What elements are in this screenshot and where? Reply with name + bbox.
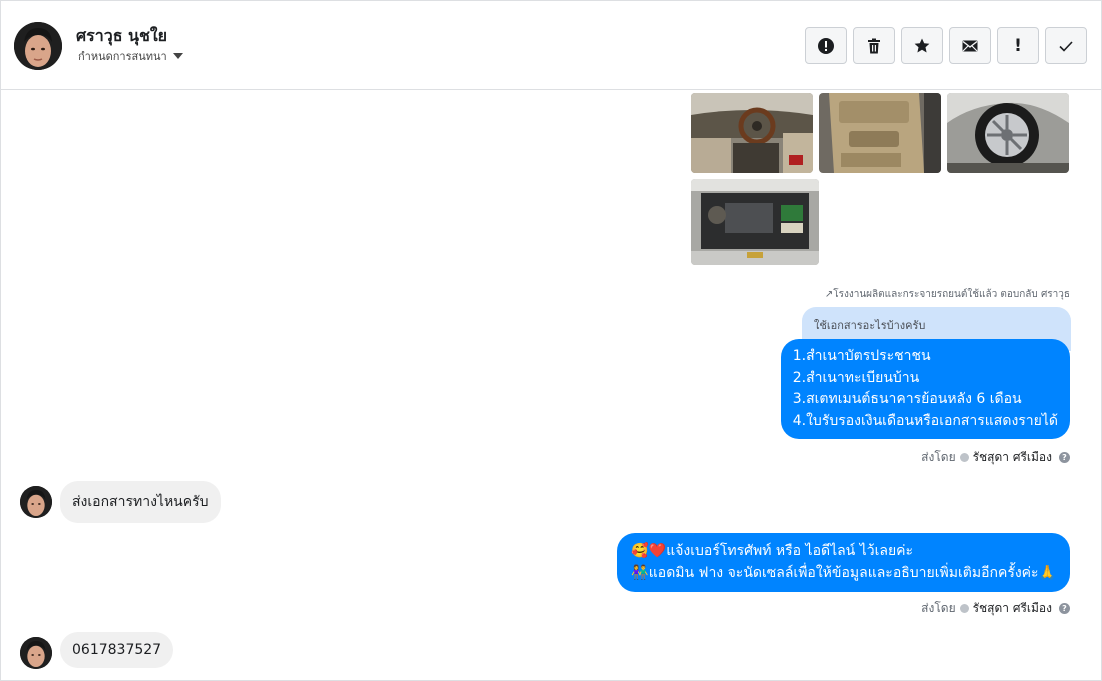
message-line: 3.สเตทเมนต์ธนาคารย้อนหลัง 6 เดือน bbox=[792, 391, 1022, 407]
agent-status-icon bbox=[959, 453, 969, 462]
agent-status-icon bbox=[959, 604, 969, 613]
alert-circle-icon bbox=[818, 37, 834, 54]
car-wheel-photo[interactable] bbox=[947, 93, 1069, 173]
message-line: 1.สำเนาบัตรประชาชน bbox=[792, 348, 931, 364]
message-line: 2.สำเนาทะเบียนบ้าน bbox=[792, 369, 920, 386]
star-button[interactable] bbox=[901, 27, 943, 64]
contact-avatar-small[interactable] bbox=[20, 637, 52, 669]
flag-button[interactable]: ! bbox=[997, 27, 1039, 64]
agent-name[interactable]: รัชสุดา ศรีเมือง bbox=[973, 448, 1052, 467]
caret-down-icon bbox=[172, 53, 183, 59]
conversation-header: ศราวุธ นุชใย กำหนดการสนทนา ! bbox=[1, 1, 1101, 90]
contact-avatar-small[interactable] bbox=[20, 486, 52, 518]
exclamation-icon: ! bbox=[1014, 35, 1022, 56]
star-icon bbox=[914, 38, 930, 52]
sent-by-info: ส่งโดย รัชสุดา ศรีเมือง ? bbox=[921, 599, 1070, 618]
message-line: 4.ใบรับรองเงินเดือนหรือเอกสารแสดงรายได้ bbox=[792, 412, 1058, 429]
car-engine-photo[interactable] bbox=[691, 179, 819, 265]
help-icon[interactable]: ? bbox=[1059, 452, 1070, 463]
contact-name[interactable]: ศราวุธ นุชใย bbox=[76, 24, 167, 49]
outgoing-message-documents[interactable]: 1.สำเนาบัตรประชาชน 2.สำเนาทะเบียนบ้าน 3.… bbox=[780, 339, 1070, 439]
conversation-toolbar: ! bbox=[805, 27, 1087, 64]
sent-by-info: ส่งโดย รัชสุดา ศรีเมือง ? bbox=[921, 448, 1070, 467]
checkmark-icon bbox=[1059, 40, 1073, 52]
agent-name[interactable]: รัชสุดา ศรีเมือง bbox=[973, 599, 1052, 618]
report-spam-button[interactable] bbox=[805, 27, 847, 64]
sent-by-label: ส่งโดย bbox=[921, 450, 956, 464]
contact-avatar[interactable] bbox=[14, 22, 62, 70]
car-door-panel-photo[interactable] bbox=[819, 93, 941, 173]
conversation-panel: ศราวุธ นุชใย กำหนดการสนทนา ! ↗โรงงานผลิต… bbox=[0, 0, 1102, 681]
outgoing-message-contact-request[interactable]: 🥰❤️แจ้งเบอร์โทรศัพท์ หรือ ไอดีไลน์ ไว้เล… bbox=[617, 533, 1070, 592]
trash-icon bbox=[868, 38, 880, 53]
message-line: 🥰❤️แจ้งเบอร์โทรศัพท์ หรือ ไอดีไลน์ ไว้เล… bbox=[631, 543, 914, 559]
delete-button[interactable] bbox=[853, 27, 895, 64]
envelope-icon bbox=[962, 40, 978, 51]
incoming-message[interactable]: ส่งเอกสารทางไหนครับ bbox=[60, 481, 221, 523]
help-icon[interactable]: ? bbox=[1059, 603, 1070, 614]
sent-by-label: ส่งโดย bbox=[921, 601, 956, 615]
reply-context-label: ↗โรงงานผลิตและกระจายรถยนต์ใช้แล้ว ตอบกลั… bbox=[824, 289, 1070, 300]
incoming-message[interactable]: 0617837527 bbox=[60, 632, 174, 668]
mark-done-button[interactable] bbox=[1045, 27, 1087, 64]
assign-label: กำหนดการสนทนา bbox=[78, 50, 167, 63]
message-line: 👫แอดมิน ฟาง จะนัดเซลล์เพื่อให้ข้อมูลและอ… bbox=[631, 564, 1056, 581]
mark-unread-button[interactable] bbox=[949, 27, 991, 64]
assign-conversation-dropdown[interactable]: กำหนดการสนทนา bbox=[78, 47, 183, 65]
car-interior-dashboard-photo[interactable] bbox=[691, 93, 813, 173]
